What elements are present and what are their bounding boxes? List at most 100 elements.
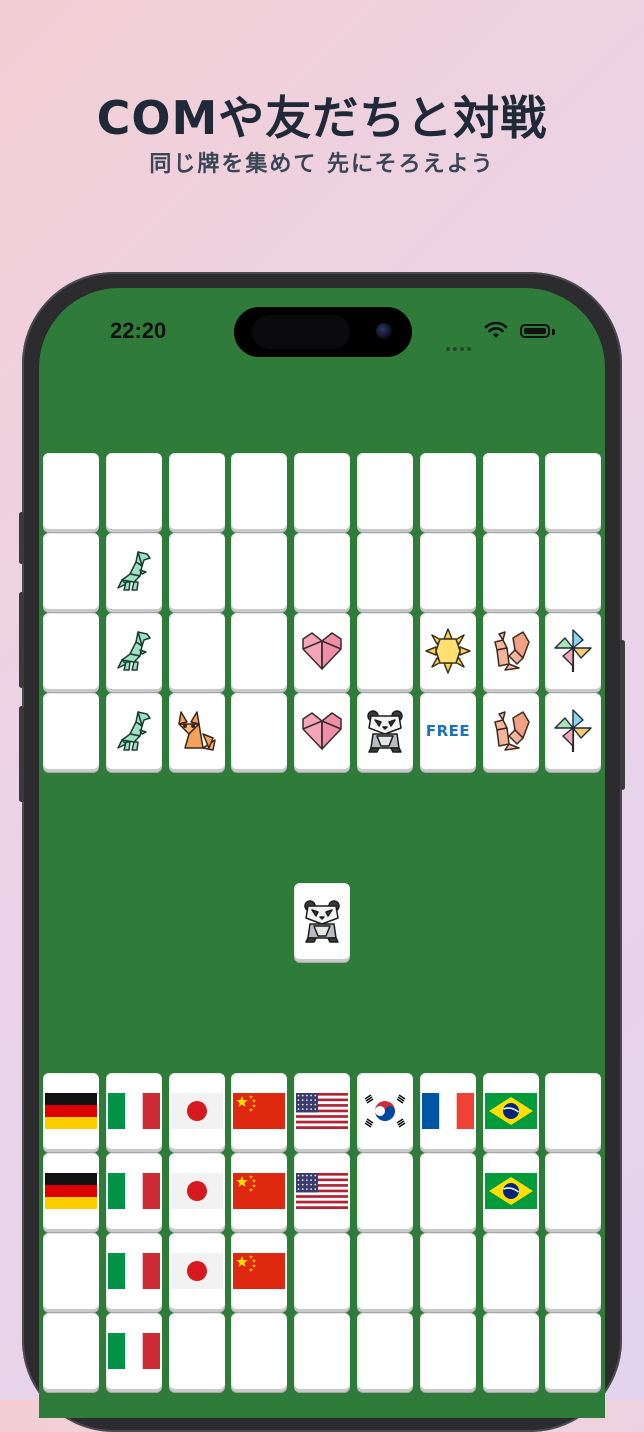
- opponent-tile[interactable]: [420, 613, 476, 689]
- opponent-tile[interactable]: [169, 613, 225, 689]
- opponent-tile[interactable]: [169, 693, 225, 769]
- opponent-tile[interactable]: [545, 453, 601, 529]
- player-tile[interactable]: [231, 1233, 287, 1309]
- volume-up-button: [19, 592, 24, 688]
- opponent-tile[interactable]: [294, 533, 350, 609]
- opponent-tile[interactable]: [420, 533, 476, 609]
- opponent-tile[interactable]: [357, 613, 413, 689]
- player-tile[interactable]: [420, 1153, 476, 1229]
- panda-icon: [304, 900, 340, 943]
- player-tile[interactable]: [169, 1073, 225, 1149]
- squirrel-icon: [494, 631, 530, 671]
- opponent-tile[interactable]: [43, 613, 99, 689]
- player-tile[interactable]: [106, 1313, 162, 1389]
- opponent-tile[interactable]: [545, 533, 601, 609]
- player-tile[interactable]: [169, 1153, 225, 1229]
- sun-icon: [425, 628, 471, 674]
- usa-flag-icon: [296, 1093, 348, 1129]
- opponent-tile[interactable]: [106, 613, 162, 689]
- germany-flag-icon: [45, 1093, 97, 1129]
- opponent-tile[interactable]: [357, 693, 413, 769]
- pinwheel-icon: [554, 709, 592, 752]
- player-tile[interactable]: [420, 1073, 476, 1149]
- player-tile[interactable]: [483, 1073, 539, 1149]
- opponent-tile[interactable]: [43, 533, 99, 609]
- dinosaur-icon: [117, 711, 151, 751]
- opponent-tile[interactable]: [231, 453, 287, 529]
- player-tile[interactable]: [169, 1313, 225, 1389]
- opponent-tile[interactable]: [545, 613, 601, 689]
- player-tile[interactable]: [231, 1153, 287, 1229]
- player-tile[interactable]: [294, 1233, 350, 1309]
- opponent-tile[interactable]: [545, 693, 601, 769]
- pinwheel-icon: [554, 629, 592, 672]
- player-tile[interactable]: [231, 1313, 287, 1389]
- opponent-tile[interactable]: [43, 693, 99, 769]
- opponent-tile[interactable]: [169, 533, 225, 609]
- player-tile[interactable]: [357, 1073, 413, 1149]
- player-tile[interactable]: [169, 1233, 225, 1309]
- brazil-flag-icon: [485, 1093, 537, 1129]
- opponent-tile[interactable]: [294, 613, 350, 689]
- opponent-tile[interactable]: [106, 533, 162, 609]
- signal-dots-icon: [446, 336, 474, 355]
- japan-flag-icon: [171, 1093, 223, 1129]
- brazil-flag-icon: [485, 1173, 537, 1209]
- opponent-tile[interactable]: [420, 453, 476, 529]
- status-time: 22:20: [110, 318, 167, 343]
- player-tile[interactable]: [43, 1233, 99, 1309]
- player-tile[interactable]: [483, 1233, 539, 1309]
- promo-headline: COMや友だちと対戦: [96, 91, 548, 145]
- japan-flag-icon: [171, 1173, 223, 1209]
- player-tile[interactable]: [357, 1233, 413, 1309]
- player-tile[interactable]: [420, 1233, 476, 1309]
- action-button: [19, 512, 24, 564]
- player-tile[interactable]: [294, 1073, 350, 1149]
- opponent-tile[interactable]: [43, 453, 99, 529]
- player-tile[interactable]: [545, 1313, 601, 1389]
- china-flag-icon: [233, 1093, 285, 1129]
- opponent-tile[interactable]: [483, 453, 539, 529]
- opponent-tile[interactable]: [483, 613, 539, 689]
- opponent-tile[interactable]: [231, 613, 287, 689]
- player-tile[interactable]: [106, 1073, 162, 1149]
- player-tile[interactable]: [420, 1313, 476, 1389]
- panda-icon: [367, 710, 403, 753]
- player-tile[interactable]: [357, 1153, 413, 1229]
- promo-subline: 同じ牌を集めて 先にそろえよう: [149, 152, 495, 177]
- player-tile[interactable]: [545, 1153, 601, 1229]
- opponent-tile[interactable]: [106, 453, 162, 529]
- opponent-tile[interactable]: [169, 453, 225, 529]
- opponent-tile[interactable]: [483, 693, 539, 769]
- italy-flag-icon: [108, 1333, 160, 1369]
- opponent-tile[interactable]: [357, 533, 413, 609]
- opponent-tile[interactable]: [231, 693, 287, 769]
- player-tile[interactable]: [43, 1153, 99, 1229]
- player-tile[interactable]: [106, 1233, 162, 1309]
- player-tile[interactable]: [43, 1313, 99, 1389]
- opponent-tile[interactable]: [106, 693, 162, 769]
- wifi-icon: [484, 321, 508, 338]
- volume-down-button: [19, 706, 24, 802]
- opponent-tile[interactable]: [294, 453, 350, 529]
- opponent-tile[interactable]: [231, 533, 287, 609]
- italy-flag-icon: [108, 1253, 160, 1289]
- camera-icon: [376, 323, 392, 339]
- player-tile[interactable]: [483, 1153, 539, 1229]
- player-tile[interactable]: [357, 1313, 413, 1389]
- power-button: [620, 640, 625, 790]
- opponent-tile[interactable]: FREE: [420, 693, 476, 769]
- player-tile[interactable]: [545, 1233, 601, 1309]
- opponent-tile[interactable]: [294, 693, 350, 769]
- player-tile[interactable]: [106, 1153, 162, 1229]
- player-tile[interactable]: [483, 1313, 539, 1389]
- opponent-tile[interactable]: [483, 533, 539, 609]
- status-indicators: [446, 321, 558, 351]
- player-tile[interactable]: [545, 1073, 601, 1149]
- player-tile[interactable]: [43, 1073, 99, 1149]
- drawn-tile[interactable]: [294, 883, 350, 959]
- player-tile[interactable]: [294, 1313, 350, 1389]
- player-tile[interactable]: [231, 1073, 287, 1149]
- opponent-tile[interactable]: [357, 453, 413, 529]
- player-tile[interactable]: [294, 1153, 350, 1229]
